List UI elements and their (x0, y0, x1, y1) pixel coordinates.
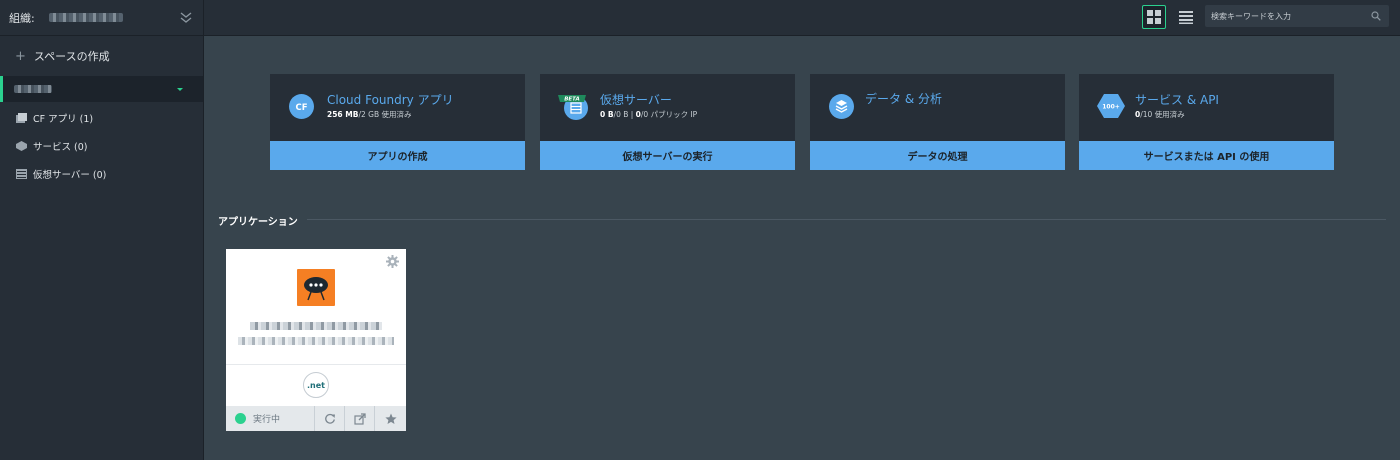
gear-icon[interactable] (386, 255, 399, 268)
tile-usage: 0/10 使用済み (1135, 110, 1185, 119)
cf-apps-icon (16, 113, 27, 123)
section-title: アプリケーション (218, 217, 298, 228)
open-url-button[interactable] (345, 406, 375, 431)
tile-usage: 256 MB/2 GB 使用済み (327, 110, 412, 119)
grid-icon (1147, 10, 1161, 24)
beta-badge: BETA (564, 97, 580, 103)
top-bar (204, 0, 1400, 36)
data-analytics-tile: データ & 分析 データの処理 (810, 74, 1065, 170)
runtime-badge: .net (303, 372, 329, 398)
list-icon (1179, 10, 1193, 24)
virtual-servers-tile: BETA 仮想サーバー 0 B/0 B | 0/0 パブリック IP 仮想サーバ… (540, 74, 795, 170)
app-logo-icon (297, 269, 335, 306)
running-status-icon (235, 413, 246, 424)
services-icon (16, 141, 27, 151)
space-name-redacted (14, 85, 52, 93)
app-card-footer: 実行中 (226, 406, 406, 431)
tile-title[interactable]: Cloud Foundry アプリ (327, 91, 454, 108)
cloud-foundry-icon: CF (289, 94, 314, 119)
list-view-button[interactable] (1174, 5, 1198, 29)
section-divider (307, 219, 1386, 220)
use-services-button[interactable]: サービスまたは API の使用 (1079, 141, 1334, 170)
create-app-button[interactable]: アプリの作成 (270, 141, 525, 170)
services-hexagon-icon: 100+ (1097, 94, 1125, 118)
search-input[interactable] (1211, 11, 1361, 21)
create-space-button[interactable]: + スペースの作成 (0, 37, 203, 75)
app-status: 実行中 (226, 406, 315, 431)
grid-view-button[interactable] (1142, 5, 1166, 29)
cf-apps-tile: CF Cloud Foundry アプリ 256 MB/2 GB 使用済み アプ… (270, 74, 525, 170)
process-data-button[interactable]: データの処理 (810, 141, 1065, 170)
app-route-redacted (238, 337, 394, 345)
status-label: 実行中 (253, 415, 281, 425)
space-selector[interactable] (0, 76, 203, 102)
tile-title[interactable]: データ & 分析 (865, 90, 942, 107)
tile-title[interactable]: サービス & API (1135, 91, 1219, 108)
app-card[interactable]: .net 実行中 (226, 249, 406, 431)
create-space-label: スペースの作成 (33, 50, 110, 63)
tile-usage: 0 B/0 B | 0/0 パブリック IP (600, 110, 698, 119)
search-box (1205, 5, 1389, 27)
org-switcher[interactable]: 組織: (0, 0, 203, 36)
card-divider (226, 364, 406, 365)
sidebar-item-services[interactable]: サービス (0) (0, 132, 203, 160)
app-name-redacted (250, 322, 382, 330)
sidebar-item-cf-apps[interactable]: CF アプリ (1) (0, 104, 203, 132)
caret-down-icon (177, 87, 183, 91)
sidebar-item-virtual-servers[interactable]: 仮想サーバー (0) (0, 160, 203, 188)
star-icon (384, 413, 397, 424)
plus-icon: + (15, 48, 26, 64)
org-label: 組織: (9, 11, 35, 25)
tile-title[interactable]: 仮想サーバー (600, 91, 672, 108)
services-icon-text: 100+ (1102, 104, 1120, 111)
sidebar-item-label: サービス (0) (33, 142, 88, 153)
restart-button[interactable] (315, 406, 345, 431)
external-link-icon (353, 412, 366, 425)
sidebar-item-label: 仮想サーバー (0) (33, 170, 107, 181)
restart-icon (324, 413, 335, 424)
virtual-server-beta-icon: BETA (558, 95, 588, 120)
search-icon[interactable] (1371, 11, 1381, 21)
run-virtual-server-button[interactable]: 仮想サーバーの実行 (540, 141, 795, 170)
org-name-redacted (48, 13, 123, 22)
data-layers-icon (829, 94, 854, 119)
cf-icon-text: CF (295, 103, 307, 113)
virtual-servers-icon (16, 169, 27, 179)
sidebar-item-label: CF アプリ (1) (33, 114, 94, 125)
sidebar: 組織: + スペースの作成 CF アプリ (1) サービス (0) 仮想サーバー… (0, 0, 204, 460)
favorite-button[interactable] (375, 406, 406, 431)
chevron-down-icon[interactable] (178, 10, 194, 26)
services-api-tile: 100+ サービス & API 0/10 使用済み サービスまたは API の使… (1079, 74, 1334, 170)
